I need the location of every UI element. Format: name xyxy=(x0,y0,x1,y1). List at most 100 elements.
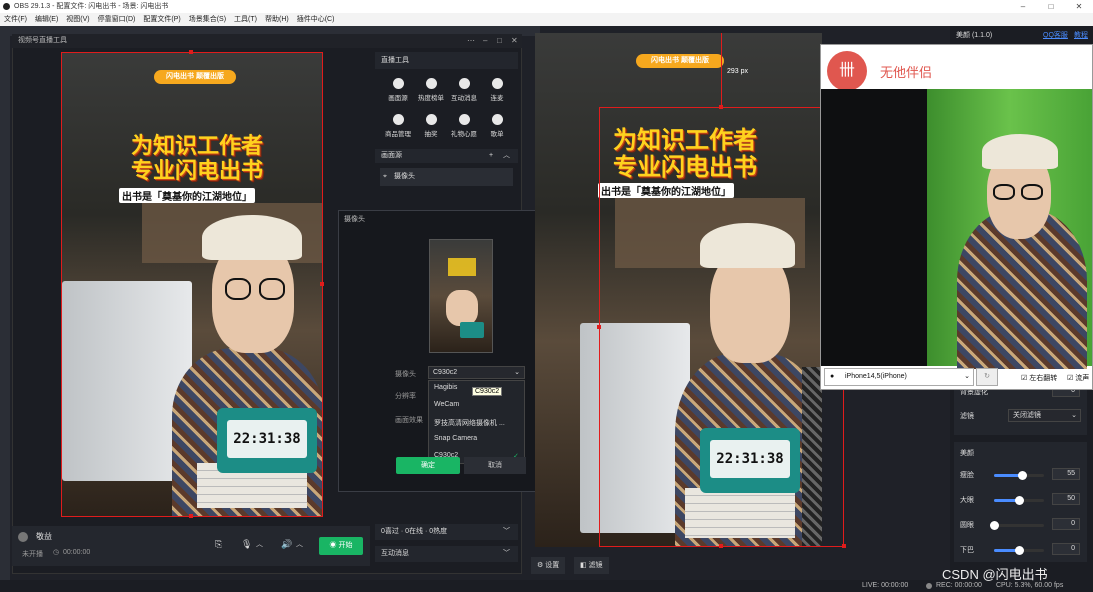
tool-playlist[interactable]: 歌单 xyxy=(479,114,515,138)
start-live-button[interactable]: ◉ 开始 xyxy=(319,537,363,555)
menu-view[interactable]: 视图(V) xyxy=(62,13,93,26)
chevron-down-icon: ⌄ xyxy=(514,369,520,376)
source-item-label: 摄像头 xyxy=(394,173,415,180)
slider-knob[interactable] xyxy=(1017,471,1027,480)
screen-share-icon[interactable]: ⎘ xyxy=(215,539,222,550)
filters-label: 滤镜 xyxy=(588,562,603,569)
beauty-slider[interactable] xyxy=(994,546,1044,555)
settings-button[interactable]: ⚙ 设置 xyxy=(531,557,566,574)
flip-checkbox[interactable]: ☑ 左右翻转 xyxy=(1021,373,1057,383)
slider-knob[interactable] xyxy=(1015,546,1024,555)
close-button[interactable]: ✕ xyxy=(1065,0,1093,13)
chevron-down-icon: ⌄ xyxy=(1071,412,1077,419)
resize-handle[interactable] xyxy=(189,50,193,54)
device-select[interactable]: ● iPhone14,5(iPhone) ⌄ xyxy=(824,368,974,386)
camera-select[interactable]: C930c2 ⌄ xyxy=(428,366,525,379)
overlay-title-line1: 为知识工作者 xyxy=(130,134,263,159)
beauty-slider[interactable] xyxy=(990,521,1044,530)
streamer-bar: 敬益 未开播 ◷ 00:00:00 ⎘ 🎙 ︿ 🔊 ︿ xyxy=(12,526,370,566)
tutorial-link[interactable]: 教程 xyxy=(1074,30,1088,40)
green-screen xyxy=(927,89,1092,369)
microphone-icon[interactable]: 🎙 xyxy=(241,539,252,550)
tool-ranking[interactable]: 热度榜单 xyxy=(413,78,449,102)
slider-label: 大眼 xyxy=(960,497,974,504)
source-item-camera[interactable]: ⌖ 摄像头 xyxy=(380,168,513,186)
menu-help[interactable]: 帮助(H) xyxy=(261,13,293,26)
speaker-icon[interactable]: 🔊 xyxy=(281,539,292,550)
settings-label: 设置 xyxy=(545,562,560,569)
beauty-slider[interactable] xyxy=(994,496,1044,505)
refresh-button[interactable]: ↻ xyxy=(976,368,998,386)
resize-handle[interactable] xyxy=(719,544,723,548)
csdn-watermark: CSDN @闪电出书 xyxy=(942,567,1048,582)
camera-option[interactable]: Hagibis xyxy=(434,384,457,391)
tool-lottery[interactable]: 抽奖 xyxy=(413,114,449,138)
filter-select[interactable]: 关闭滤镜 ⌄ xyxy=(1008,409,1081,422)
tool-source[interactable]: 画面源 xyxy=(380,78,416,102)
chevron-up-icon[interactable]: ︿ xyxy=(256,539,263,549)
phone-camera-view xyxy=(821,89,1092,369)
restore-icon[interactable]: □ xyxy=(497,34,502,48)
slider-knob[interactable] xyxy=(1015,496,1024,505)
filters-button[interactable]: ◧ 滤镜 xyxy=(574,557,609,574)
filter-label: 滤镜 xyxy=(960,413,974,420)
camera-option[interactable]: WeCam xyxy=(434,401,459,408)
camera-scene: 22:31:38 xyxy=(62,53,322,516)
rec-icon xyxy=(926,583,932,589)
menu-profile[interactable]: 配置文件(P) xyxy=(139,13,184,26)
slider-value[interactable]: 50 xyxy=(1052,493,1080,505)
minimize-icon[interactable]: – xyxy=(483,34,487,48)
tool-messages[interactable]: 互动消息 xyxy=(446,78,482,102)
beauty-slider[interactable] xyxy=(994,471,1044,480)
chevron-up-icon[interactable]: ︿ xyxy=(503,149,510,163)
interactions-row[interactable]: 互动消息 ﹀ xyxy=(375,546,518,562)
tool-gift-wish[interactable]: 礼物心愿 xyxy=(446,114,482,138)
chevron-down-icon: ﹀ xyxy=(503,550,510,557)
tool-products[interactable]: 商品管理 xyxy=(380,114,416,138)
menu-plugin-center[interactable]: 插件中心(C) xyxy=(293,13,339,26)
maximize-button[interactable]: □ xyxy=(1037,0,1065,13)
slider-label: 圆眼 xyxy=(960,522,974,529)
close-icon[interactable]: ✕ xyxy=(511,34,518,48)
apple-icon: ● xyxy=(830,373,835,380)
resize-handle[interactable] xyxy=(320,282,324,286)
menu-file[interactable]: 文件(F) xyxy=(0,13,31,26)
more-icon[interactable]: ⋯ xyxy=(467,34,475,48)
minimize-button[interactable]: – xyxy=(1009,0,1037,13)
menu-docks[interactable]: 停靠窗口(D) xyxy=(94,13,140,26)
live-status: 未开播 xyxy=(22,551,43,558)
left-dock-edge xyxy=(0,26,10,592)
tool-co-host[interactable]: 连麦 xyxy=(479,78,515,102)
slider-value[interactable]: 55 xyxy=(1052,468,1080,480)
cap-image xyxy=(202,215,302,260)
guide-line xyxy=(721,33,722,108)
source-bounding-box[interactable] xyxy=(599,107,844,547)
interactions-text: 互动消息 xyxy=(381,550,409,557)
menu-tools[interactable]: 工具(T) xyxy=(230,13,261,26)
resize-handle[interactable] xyxy=(719,105,723,109)
resize-handle[interactable] xyxy=(842,544,846,548)
chevron-up-icon[interactable]: ︿ xyxy=(296,539,303,549)
menu-edit[interactable]: 编辑(E) xyxy=(31,13,62,26)
menu-scene-collection[interactable]: 场景集合(S) xyxy=(185,13,230,26)
camera-option[interactable]: 罗技高清网络摄像机 ... xyxy=(434,418,505,428)
stream-preview[interactable]: 22:31:38 闪电出书 颠覆出版 为知识工作者 专业闪电出书 出书是「奠基你… xyxy=(61,52,323,517)
heart-icon xyxy=(458,114,470,125)
add-icon[interactable]: + xyxy=(489,149,493,163)
mirror-checkbox[interactable]: ☑ 流声 xyxy=(1067,373,1089,383)
qq-support-link[interactable]: QQ客服 xyxy=(1043,30,1068,40)
slider-knob[interactable] xyxy=(990,521,999,530)
cancel-button[interactable]: 取消 xyxy=(464,457,526,474)
stats-row[interactable]: 0喜过 · 0在线 · 0热度 ﹀ xyxy=(375,524,518,540)
camera-option[interactable]: Snap Camera xyxy=(434,435,477,442)
status-bar: LIVE: 00:00:00 REC: 00:00:00 CPU: 5.3%, … xyxy=(0,580,1093,592)
ok-button[interactable]: 确定 xyxy=(396,457,460,474)
slider-value[interactable]: 0 xyxy=(1052,543,1080,555)
overlay-banner: 闪电出书 颠覆出版 xyxy=(154,70,236,84)
camera-tooltip: C930c2 xyxy=(472,387,503,396)
slider-value[interactable]: 0 xyxy=(1052,518,1080,530)
resize-handle[interactable] xyxy=(597,325,601,329)
menu-bar: 文件(F) 编辑(E) 视图(V) 停靠窗口(D) 配置文件(P) 场景集合(S) 工具(T… xyxy=(0,13,1093,26)
resize-handle[interactable] xyxy=(189,514,193,518)
ranking-icon xyxy=(425,78,437,89)
